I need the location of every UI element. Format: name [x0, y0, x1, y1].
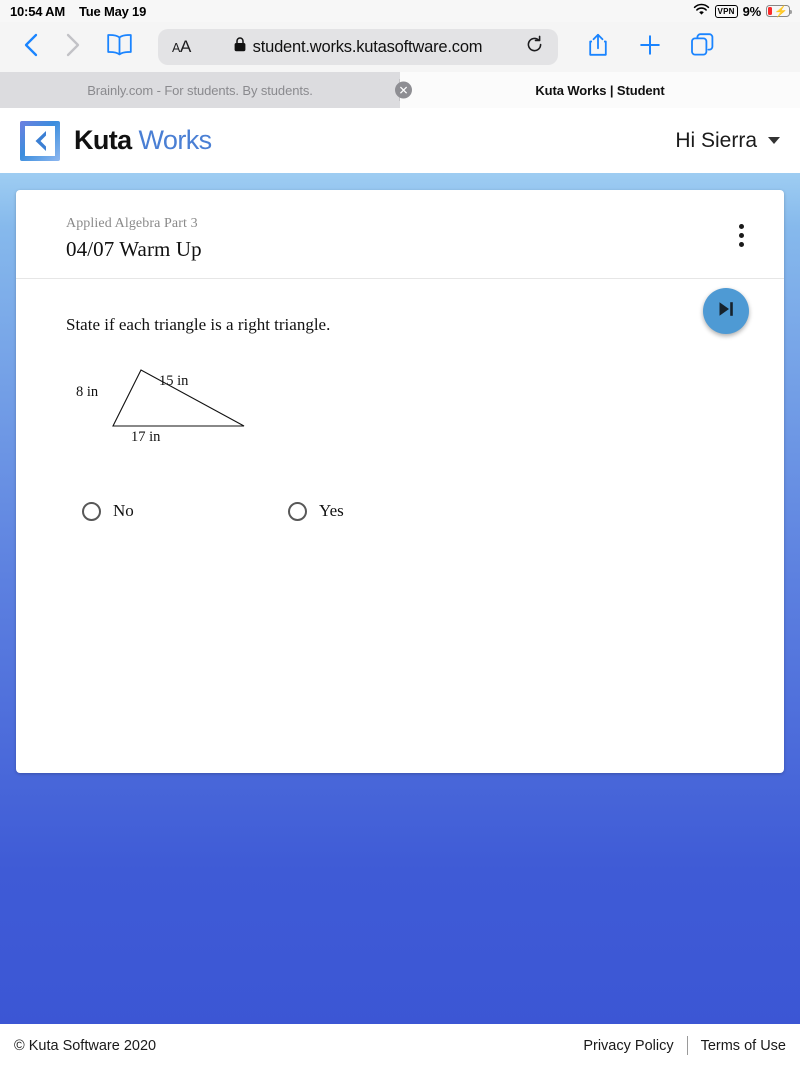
address-bar[interactable]: AA student.works.kutasoftware.com [158, 29, 558, 65]
triangle-label-hypotenuse: 15 in [159, 373, 189, 389]
back-button[interactable] [12, 32, 52, 63]
book-icon [106, 33, 133, 61]
chevron-right-icon [61, 32, 83, 63]
forward-button [52, 32, 92, 63]
page-background: Applied Algebra Part 3 04/07 Warm Up Sta… [0, 173, 800, 1067]
logo-secondary: Works [138, 125, 213, 155]
triangle-label-left-side: 8 in [76, 384, 99, 400]
skip-next-icon [716, 299, 736, 324]
wifi-icon [693, 3, 710, 19]
browser-tab-active[interactable]: Kuta Works | Student [400, 72, 800, 108]
triangle-figure: 8 in 15 in 17 in [66, 359, 326, 459]
screen: 10:54 AM Tue May 19 VPN 9% ⚡ AA student.… [0, 0, 800, 1067]
browser-toolbar: AA student.works.kutasoftware.com [0, 22, 800, 72]
question-area: State if each triangle is a right triang… [16, 279, 784, 521]
share-button[interactable] [572, 32, 624, 63]
radio-button[interactable] [288, 501, 307, 521]
more-vertical-icon[interactable] [739, 224, 744, 247]
show-tabs-button[interactable] [676, 32, 728, 62]
ios-status-bar: 10:54 AM Tue May 19 VPN 9% ⚡ [0, 0, 800, 22]
battery-percent: 9% [742, 3, 762, 19]
radio-button[interactable] [82, 501, 101, 521]
kuta-logo-icon[interactable] [20, 120, 60, 161]
status-date: Tue May 19 [79, 3, 147, 19]
privacy-policy-link[interactable]: Privacy Policy [583, 1038, 673, 1054]
tab-title: Kuta Works | Student [535, 82, 665, 98]
status-bar-right: VPN 9% ⚡ [693, 3, 793, 19]
tabs-icon [690, 32, 715, 62]
status-bar-left: 10:54 AM Tue May 19 [10, 4, 146, 19]
browser-tab-strip: Brainly.com - For students. By students.… [0, 72, 800, 108]
lock-icon [234, 37, 246, 57]
answer-choices: No Yes [66, 501, 754, 521]
site-logo-text[interactable]: Kuta Works [74, 125, 212, 156]
question-prompt: State if each triangle is a right triang… [66, 315, 331, 334]
battery-charging-icon: ⚡ [766, 5, 793, 18]
answer-choice-label: No [113, 501, 134, 520]
url-text: student.works.kutasoftware.com [252, 37, 483, 56]
toolbar-right-actions [572, 32, 728, 63]
terms-of-use-link[interactable]: Terms of Use [701, 1038, 786, 1054]
site-footer: © Kuta Software 2020 Privacy Policy Term… [0, 1024, 800, 1067]
address-bar-content: student.works.kutasoftware.com [158, 37, 558, 57]
footer-divider [686, 1036, 688, 1055]
chevron-left-icon [21, 32, 43, 63]
browser-tab-inactive[interactable]: Brainly.com - For students. By students.… [0, 72, 412, 108]
copyright-text: © Kuta Software 2020 [14, 1037, 157, 1054]
bookmarks-button[interactable] [96, 33, 142, 61]
vpn-badge: VPN [714, 4, 738, 18]
plus-icon [638, 33, 662, 62]
chevron-down-icon [768, 137, 780, 144]
web-page: Kuta Works Hi Sierra Applied Algebra Par… [0, 108, 800, 1067]
triangle-label-base: 17 in [131, 429, 161, 445]
tab-title: Brainly.com - For students. By students. [87, 82, 313, 98]
text-size-button[interactable]: AA [158, 37, 191, 57]
answer-choice-no[interactable]: No [66, 501, 288, 521]
share-icon [587, 32, 609, 63]
logo-primary: Kuta [74, 125, 132, 155]
new-tab-button[interactable] [624, 33, 676, 62]
assignment-title: 04/07 Warm Up [66, 237, 202, 261]
close-icon[interactable]: ✕ [395, 81, 412, 99]
answer-choice-label: Yes [319, 501, 344, 520]
site-header: Kuta Works Hi Sierra [0, 108, 800, 173]
assignment-card: Applied Algebra Part 3 04/07 Warm Up Sta… [16, 190, 784, 773]
reload-icon [525, 35, 544, 59]
next-question-button[interactable] [703, 288, 749, 334]
answer-choice-yes[interactable]: Yes [288, 501, 344, 521]
course-name: Applied Algebra Part 3 [66, 216, 198, 231]
reload-button[interactable] [525, 35, 558, 59]
assignment-card-header: Applied Algebra Part 3 04/07 Warm Up [16, 190, 784, 279]
status-time: 10:54 AM [10, 3, 65, 19]
user-menu[interactable]: Hi Sierra [675, 129, 780, 153]
footer-links: Privacy Policy Terms of Use [583, 1036, 786, 1055]
user-greeting: Hi Sierra [675, 128, 757, 152]
